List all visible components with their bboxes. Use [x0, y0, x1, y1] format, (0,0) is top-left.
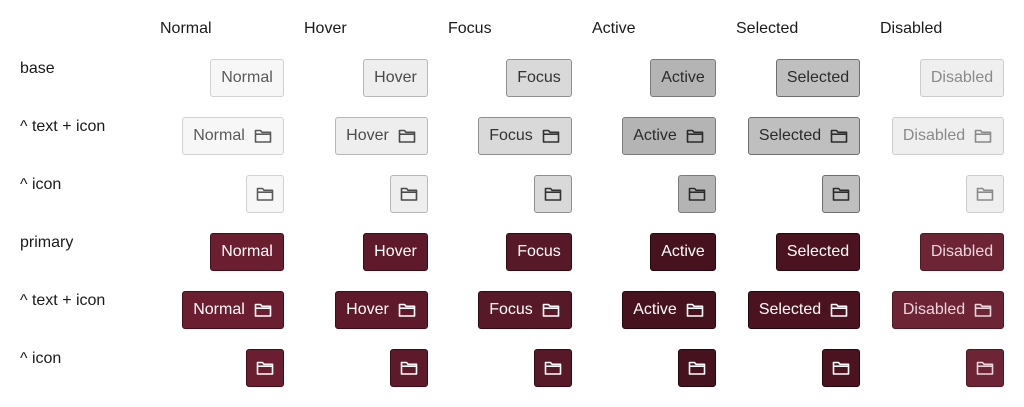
button-label: Normal [221, 243, 273, 260]
row-label-primary-text-icon: ^ text + icon [20, 292, 106, 309]
column-header-hover: Hover [304, 20, 347, 37]
primary-hover-text-icon-button[interactable]: Hover [335, 291, 428, 329]
button-label: Normal [193, 301, 245, 318]
base-normal-icon-button[interactable] [246, 175, 284, 213]
button-label: Focus [489, 301, 533, 318]
base-hover-text-icon-button[interactable]: Hover [335, 117, 428, 155]
base-focus-button[interactable]: Focus [506, 59, 572, 97]
base-selected-text-icon-button[interactable]: Selected [748, 117, 860, 155]
primary-active-icon-button[interactable] [678, 349, 716, 387]
base-active-text-icon-button[interactable]: Active [622, 117, 716, 155]
folder-icon [541, 300, 561, 320]
folder-icon [543, 358, 563, 378]
folder-icon [543, 184, 563, 204]
button-label: Normal [193, 127, 245, 144]
button-label: Disabled [902, 301, 966, 318]
base-selected-icon-button[interactable] [822, 175, 860, 213]
primary-disabled-text-icon-button: Disabled [892, 291, 1004, 329]
folder-icon [685, 300, 705, 320]
primary-selected-button[interactable]: Selected [776, 233, 860, 271]
button-label: Active [661, 243, 705, 260]
column-header-disabled: Disabled [880, 20, 943, 37]
folder-icon [253, 300, 273, 320]
button-label: Hover [346, 301, 389, 318]
button-label: Hover [374, 69, 417, 86]
folder-icon [687, 358, 707, 378]
button-label: Normal [221, 69, 273, 86]
button-label: Hover [346, 127, 389, 144]
button-label: Focus [517, 243, 561, 260]
folder-icon [973, 300, 993, 320]
folder-icon [253, 126, 273, 146]
folder-icon [973, 126, 993, 146]
folder-icon [685, 126, 705, 146]
primary-hover-button[interactable]: Hover [363, 233, 428, 271]
primary-focus-button[interactable]: Focus [506, 233, 572, 271]
button-label: Hover [374, 243, 417, 260]
column-header-selected: Selected [736, 20, 799, 37]
base-active-icon-button[interactable] [678, 175, 716, 213]
primary-selected-icon-button[interactable] [822, 349, 860, 387]
base-disabled-text-icon-button: Disabled [892, 117, 1004, 155]
primary-active-text-icon-button[interactable]: Active [622, 291, 716, 329]
base-disabled-button: Disabled [920, 59, 1004, 97]
base-active-button[interactable]: Active [650, 59, 716, 97]
base-focus-text-icon-button[interactable]: Focus [478, 117, 572, 155]
button-label: Selected [786, 243, 850, 260]
folder-icon [255, 184, 275, 204]
row-label-primary-icon: ^ icon [20, 350, 62, 367]
button-label: Disabled [930, 69, 994, 86]
base-disabled-icon-button [966, 175, 1004, 213]
button-label: Active [633, 127, 677, 144]
column-header-active: Active [592, 20, 636, 37]
button-label: Active [661, 69, 705, 86]
base-normal-button[interactable]: Normal [210, 59, 284, 97]
primary-focus-icon-button[interactable] [534, 349, 572, 387]
button-label: Disabled [930, 243, 994, 260]
button-label: Selected [786, 69, 850, 86]
primary-disabled-button: Disabled [920, 233, 1004, 271]
primary-normal-text-icon-button[interactable]: Normal [182, 291, 284, 329]
primary-normal-button[interactable]: Normal [210, 233, 284, 271]
folder-icon [255, 358, 275, 378]
button-label: Selected [758, 127, 822, 144]
primary-focus-text-icon-button[interactable]: Focus [478, 291, 572, 329]
row-label-base: base [20, 60, 55, 77]
button-label: Focus [517, 69, 561, 86]
row-label-base-text-icon: ^ text + icon [20, 118, 106, 135]
primary-disabled-icon-button [966, 349, 1004, 387]
folder-icon [397, 300, 417, 320]
button-label: Selected [758, 301, 822, 318]
base-hover-button[interactable]: Hover [363, 59, 428, 97]
folder-icon [829, 126, 849, 146]
row-label-primary: primary [20, 234, 74, 251]
base-selected-button[interactable]: Selected [776, 59, 860, 97]
primary-active-button[interactable]: Active [650, 233, 716, 271]
column-header-normal: Normal [160, 20, 212, 37]
folder-icon [397, 126, 417, 146]
base-focus-icon-button[interactable] [534, 175, 572, 213]
folder-icon [399, 184, 419, 204]
column-header-focus: Focus [448, 20, 492, 37]
primary-normal-icon-button[interactable] [246, 349, 284, 387]
base-normal-text-icon-button[interactable]: Normal [182, 117, 284, 155]
row-label-base-icon: ^ icon [20, 176, 62, 193]
button-label: Active [633, 301, 677, 318]
folder-icon [829, 300, 849, 320]
folder-icon [831, 184, 851, 204]
folder-icon [975, 358, 995, 378]
folder-icon [831, 358, 851, 378]
primary-hover-icon-button[interactable] [390, 349, 428, 387]
folder-icon [541, 126, 561, 146]
base-hover-icon-button[interactable] [390, 175, 428, 213]
folder-icon [687, 184, 707, 204]
folder-icon [975, 184, 995, 204]
primary-selected-text-icon-button[interactable]: Selected [748, 291, 860, 329]
button-label: Focus [489, 127, 533, 144]
button-label: Disabled [902, 127, 966, 144]
folder-icon [399, 358, 419, 378]
